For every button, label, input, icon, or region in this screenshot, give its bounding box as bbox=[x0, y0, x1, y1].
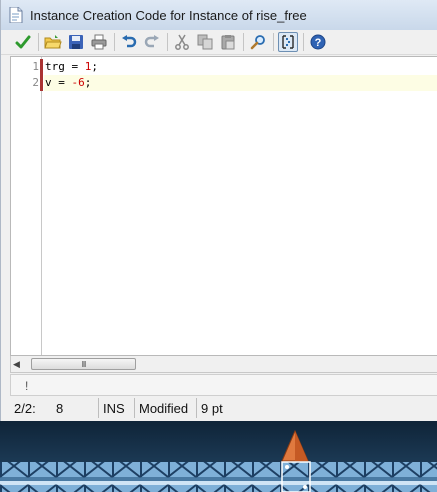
status-mode-text: INS bbox=[103, 400, 125, 416]
line-number: 2 bbox=[32, 76, 39, 89]
status-font-size-text: 9 pt bbox=[201, 400, 223, 416]
toolbar-separator bbox=[167, 33, 168, 51]
paste-icon bbox=[221, 35, 235, 50]
copy-icon bbox=[197, 34, 213, 50]
code-text: ; bbox=[91, 60, 98, 73]
copy-button[interactable] bbox=[195, 32, 215, 52]
code-line-current[interactable]: v = -6; bbox=[44, 75, 437, 91]
toolbar-separator bbox=[38, 33, 39, 51]
ok-button[interactable] bbox=[13, 32, 33, 52]
message-bar: ! bbox=[10, 374, 437, 396]
help-icon: ? bbox=[310, 34, 326, 50]
toolbar-separator bbox=[114, 33, 115, 51]
game-scene bbox=[0, 429, 437, 492]
paste-button[interactable] bbox=[218, 32, 238, 52]
scroll-thumb[interactable]: III bbox=[31, 358, 136, 370]
save-button[interactable] bbox=[66, 32, 86, 52]
undo-icon bbox=[122, 35, 137, 48]
syntax-check-icon bbox=[282, 35, 294, 49]
status-mode: INS bbox=[99, 398, 135, 418]
redo-button[interactable] bbox=[142, 32, 162, 52]
line-number: 1 bbox=[32, 60, 39, 73]
code-text: ; bbox=[84, 76, 92, 89]
toolbar-separator bbox=[303, 33, 304, 51]
find-icon bbox=[250, 35, 265, 50]
toolbar-separator bbox=[273, 33, 274, 51]
open-icon bbox=[44, 35, 62, 49]
print-button[interactable] bbox=[89, 32, 109, 52]
line-number-gutter: 1 2 bbox=[11, 57, 42, 355]
toolbar: ? bbox=[1, 30, 437, 55]
syntax-check-button[interactable] bbox=[278, 32, 298, 52]
document-icon bbox=[9, 6, 23, 24]
change-marker bbox=[40, 59, 43, 75]
find-button[interactable] bbox=[248, 32, 268, 52]
code-number: -6 bbox=[71, 76, 85, 89]
status-column-text: 8 bbox=[56, 400, 64, 416]
undo-button[interactable] bbox=[119, 32, 139, 52]
horizontal-scrollbar[interactable]: ◀ III bbox=[10, 356, 437, 373]
cut-button[interactable] bbox=[172, 32, 192, 52]
redo-icon bbox=[144, 35, 159, 48]
code-editor-window: Instance Creation Code for Instance of r… bbox=[0, 0, 437, 421]
change-marker bbox=[40, 75, 43, 91]
help-button[interactable]: ? bbox=[308, 32, 328, 52]
save-icon bbox=[69, 35, 83, 49]
ok-icon bbox=[15, 35, 31, 49]
print-icon bbox=[91, 34, 107, 50]
message-text: ! bbox=[25, 379, 29, 393]
code-text: v = bbox=[45, 76, 72, 89]
code-editor[interactable]: 1 2 trg = 1; v = -6; bbox=[10, 56, 437, 356]
status-bar: 2/2: 8 INS Modified 9 pt bbox=[10, 397, 437, 419]
status-state-text: Modified bbox=[139, 400, 189, 416]
title-bar: Instance Creation Code for Instance of r… bbox=[1, 0, 437, 30]
code-text: trg = bbox=[45, 60, 85, 73]
toolbar-separator bbox=[243, 33, 244, 51]
window-title: Instance Creation Code for Instance of r… bbox=[30, 7, 307, 23]
status-column: 8 bbox=[52, 398, 99, 418]
game-room-background bbox=[0, 421, 437, 492]
scroll-left-icon[interactable]: ◀ bbox=[13, 359, 20, 370]
code-line[interactable]: trg = 1; bbox=[44, 59, 437, 75]
open-button[interactable] bbox=[43, 32, 63, 52]
svg-text:?: ? bbox=[315, 37, 322, 49]
status-state: Modified bbox=[135, 398, 197, 418]
girder-platform bbox=[0, 462, 437, 492]
scroll-grip: III bbox=[81, 359, 87, 369]
cut-icon bbox=[175, 34, 189, 50]
status-font-size: 9 pt bbox=[197, 398, 245, 418]
status-position-text: 2/2: bbox=[14, 400, 36, 416]
status-position: 2/2: bbox=[10, 398, 52, 418]
